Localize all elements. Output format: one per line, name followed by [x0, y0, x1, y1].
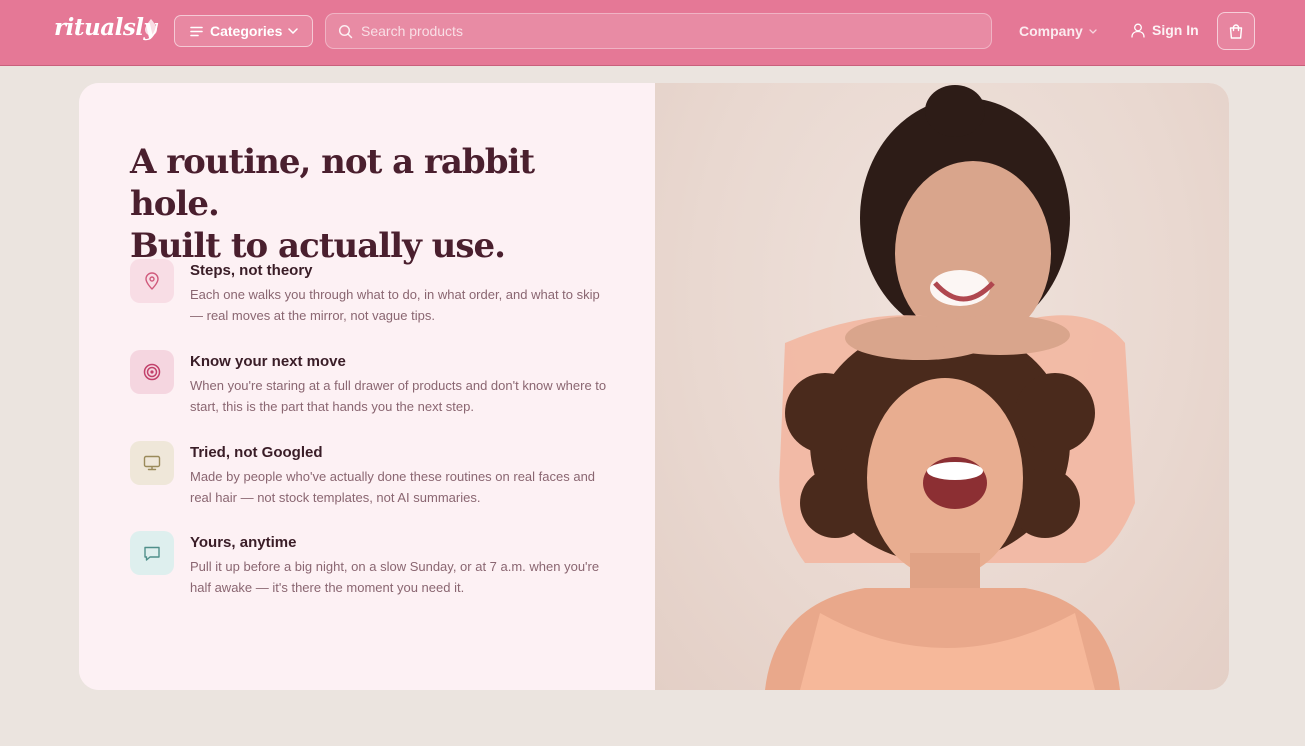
hero-photo [655, 83, 1229, 690]
categories-button[interactable]: Categories [174, 15, 313, 47]
target-icon [130, 350, 174, 394]
feature-description: Each one walks you through what to do, i… [190, 287, 600, 323]
chevron-down-icon [1089, 28, 1097, 34]
droplet-icon [144, 18, 158, 41]
headline-line-2: Built to actually use. [130, 226, 506, 266]
shopping-bag-icon [1228, 23, 1244, 40]
map-pin-icon [130, 259, 174, 303]
user-icon [1131, 23, 1145, 38]
search-input[interactable] [361, 23, 961, 39]
brand-logo[interactable]: ritualsly [54, 14, 157, 41]
company-label: Company [1019, 23, 1083, 39]
chevron-down-icon [288, 28, 299, 34]
hero-headline: A routine, not a rabbit hole. Built to a… [130, 141, 630, 267]
company-menu[interactable]: Company [1019, 23, 1097, 39]
search-icon [338, 24, 353, 39]
categories-label: Categories [210, 23, 283, 39]
cart-button[interactable] [1217, 12, 1255, 50]
feature-title: Know your next move [190, 353, 346, 370]
sign-in-label: Sign In [1152, 22, 1199, 38]
top-navbar: ritualsly Categories Company Sign In [0, 0, 1305, 66]
feature-title: Tried, not Googled [190, 444, 323, 461]
search-bar [325, 13, 992, 49]
feature-title: Steps, not theory [190, 262, 313, 279]
sign-in-link[interactable]: Sign In [1131, 22, 1199, 38]
hero-card: A routine, not a rabbit hole. Built to a… [79, 83, 1229, 690]
feature-description: Pull it up before a big night, on a slow… [190, 559, 600, 595]
monitor-icon [130, 441, 174, 485]
headline-line-1: A routine, not a rabbit hole. [130, 142, 535, 224]
chat-bubble-icon [130, 531, 174, 575]
menu-icon [190, 26, 203, 37]
hero-content: A routine, not a rabbit hole. Built to a… [79, 83, 655, 690]
feature-description: Made by people who've actually done thes… [190, 469, 596, 505]
feature-description: When you're staring at a full drawer of … [190, 378, 607, 414]
feature-title: Yours, anytime [190, 534, 297, 551]
hero-photo-illustration [765, 85, 1135, 690]
